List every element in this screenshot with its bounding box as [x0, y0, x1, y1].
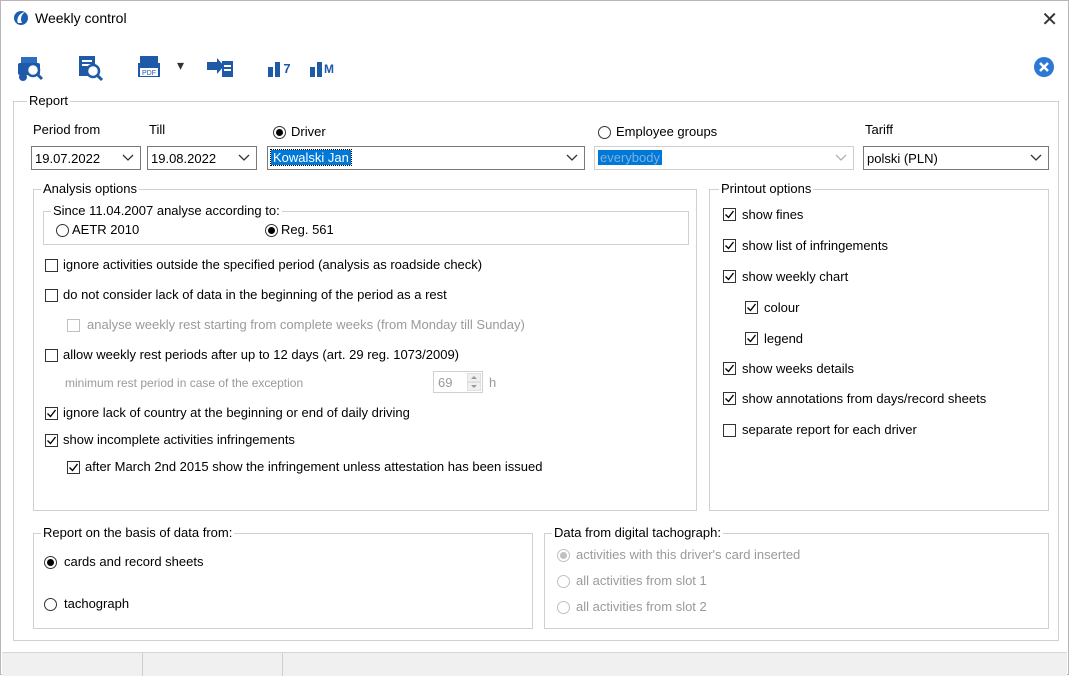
close-round-icon[interactable] — [1033, 56, 1055, 78]
tachograph-label: tachograph — [64, 596, 130, 611]
digital-opt1-label: activities with this driver's card inser… — [576, 547, 801, 562]
opt4-checkbox[interactable] — [45, 407, 58, 420]
opt5-label: show incomplete activities infringements — [63, 432, 295, 447]
driver-combo[interactable]: Kowalski Jan — [267, 146, 585, 170]
opt2-checkbox[interactable] — [45, 289, 58, 302]
send-email-icon[interactable] — [205, 53, 235, 83]
show-fines-label: show fines — [742, 207, 804, 222]
show-weekly-chart-checkbox[interactable] — [723, 270, 736, 283]
show-list-checkbox[interactable] — [723, 239, 736, 252]
analysis-options-label: Analysis options — [41, 181, 139, 196]
opt2a-label: analyse weekly rest starting from comple… — [87, 317, 525, 332]
spin-arrows-icon[interactable] — [467, 373, 481, 391]
legend-checkbox[interactable] — [745, 332, 758, 345]
opt3-checkbox[interactable] — [45, 349, 58, 362]
opt5a-checkbox[interactable] — [67, 461, 80, 474]
basis-group-label: Report on the basis of data from: — [41, 525, 235, 540]
preview-report-icon[interactable] — [15, 53, 45, 83]
colour-checkbox[interactable] — [745, 301, 758, 314]
aetr-label: AETR 2010 — [72, 222, 140, 237]
status-divider — [142, 653, 143, 676]
chart-7-icon[interactable]: 7 — [265, 53, 295, 83]
close-window-icon[interactable]: ✕ — [1041, 7, 1058, 32]
min-rest-value: 69 — [438, 375, 453, 390]
opt5a-label: after March 2nd 2015 show the infringeme… — [85, 459, 543, 474]
chart-m-icon[interactable]: M — [307, 53, 337, 83]
opt1-label: ignore activities outside the specified … — [63, 257, 483, 272]
show-weekly-chart-label: show weekly chart — [742, 269, 849, 284]
chevron-down-icon — [835, 154, 847, 161]
colour-label: colour — [764, 300, 800, 315]
employee-groups-combo[interactable]: everybody — [594, 146, 854, 170]
opt2a-checkbox[interactable] — [67, 319, 80, 332]
digital-opt2-radio[interactable] — [557, 575, 570, 588]
period-from-label: Period from — [33, 122, 101, 137]
opt2-label: do not consider lack of data in the begi… — [63, 287, 447, 302]
report-group-label: Report — [27, 93, 71, 108]
printout-options-label: Printout options — [719, 181, 814, 196]
employee-groups-radio[interactable] — [598, 126, 611, 139]
aetr-radio[interactable] — [56, 224, 69, 237]
digital-opt2-label: all activities from slot 1 — [576, 573, 707, 588]
digital-opt3-radio[interactable] — [557, 601, 570, 614]
chevron-down-icon — [1030, 154, 1042, 161]
min-rest-spinbox[interactable]: 69 — [433, 371, 483, 393]
digital-opt3-label: all activities from slot 2 — [576, 599, 707, 614]
show-weeks-details-checkbox[interactable] — [723, 362, 736, 375]
period-from-value: 19.07.2022 — [35, 151, 101, 166]
show-annotations-label: show annotations from days/record sheets — [742, 391, 987, 406]
reg561-label: Reg. 561 — [281, 222, 334, 237]
pdf-dropdown-icon[interactable]: ▾ — [177, 57, 184, 74]
opt4-label: ignore lack of country at the beginning … — [63, 405, 410, 420]
separate-report-label: separate report for each driver — [742, 422, 917, 437]
status-divider — [282, 653, 283, 676]
chevron-down-icon — [566, 154, 578, 161]
min-rest-label: minimum rest period in case of the excep… — [65, 376, 304, 390]
window-title: Weekly control — [35, 10, 127, 26]
show-annotations-checkbox[interactable] — [723, 392, 736, 405]
show-fines-checkbox[interactable] — [723, 208, 736, 221]
till-label: Till — [149, 122, 166, 137]
legend-label: legend — [764, 331, 804, 346]
digital-tachograph-label: Data from digital tachograph: — [552, 525, 723, 540]
tariff-label: Tariff — [865, 122, 893, 137]
till-value: 19.08.2022 — [151, 151, 217, 166]
svg-text:PDF: PDF — [142, 70, 156, 77]
till-combo[interactable]: 19.08.2022 — [147, 146, 257, 170]
reg561-radio[interactable] — [265, 224, 278, 237]
tariff-combo[interactable]: polski (PLN) — [863, 146, 1049, 170]
employee-groups-label: Employee groups — [616, 124, 718, 139]
employee-groups-value: everybody — [598, 150, 662, 165]
period-from-combo[interactable]: 19.07.2022 — [31, 146, 141, 170]
driver-radio[interactable] — [273, 126, 286, 139]
show-weeks-details-label: show weeks details — [742, 361, 854, 376]
chevron-down-icon — [238, 154, 250, 161]
weekly-control-window: Weekly control ✕ PDF ▾ 7 M Report Period… — [0, 0, 1069, 676]
svg-text:M: M — [324, 62, 334, 76]
export-pdf-icon[interactable]: PDF — [135, 53, 165, 83]
since-label: Since 11.04.2007 analyse according to: — [51, 203, 282, 218]
app-logo-icon — [14, 11, 28, 25]
tachograph-radio[interactable] — [44, 598, 57, 611]
show-list-label: show list of infringements — [742, 238, 888, 253]
driver-value: Kowalski Jan — [270, 149, 352, 166]
driver-label: Driver — [291, 124, 326, 139]
preview-document-icon[interactable] — [75, 53, 105, 83]
digital-opt1-radio[interactable] — [557, 549, 570, 562]
status-bar — [2, 652, 1067, 676]
opt3-label: allow weekly rest periods after up to 12… — [63, 347, 459, 362]
separate-report-checkbox[interactable] — [723, 424, 736, 437]
min-rest-unit: h — [489, 375, 497, 390]
svg-text:7: 7 — [283, 61, 290, 76]
opt1-checkbox[interactable] — [45, 259, 58, 272]
tariff-value: polski (PLN) — [867, 151, 938, 166]
cards-label: cards and record sheets — [64, 554, 204, 569]
basis-group — [33, 533, 533, 629]
chevron-down-icon — [122, 154, 134, 161]
cards-radio[interactable] — [44, 556, 57, 569]
opt5-checkbox[interactable] — [45, 434, 58, 447]
